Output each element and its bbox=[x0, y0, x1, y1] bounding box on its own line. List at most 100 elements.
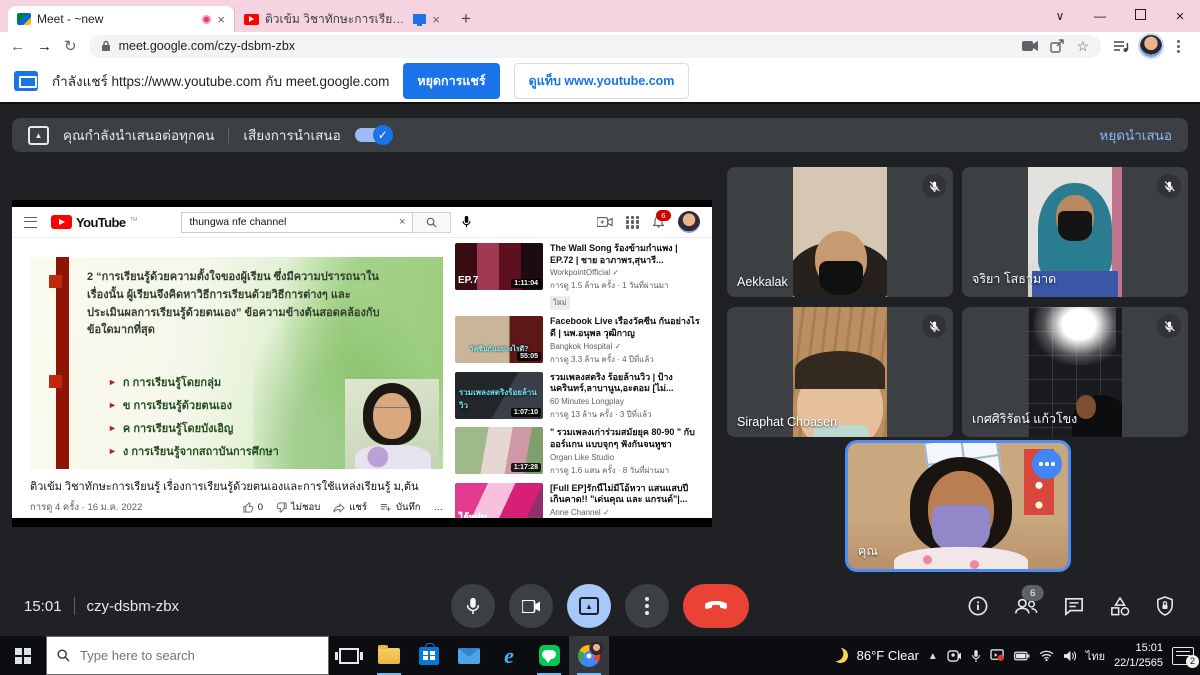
chrome-icon bbox=[578, 645, 600, 667]
notifications-bell-icon[interactable]: 6 bbox=[652, 215, 665, 229]
new-tab-button[interactable]: + bbox=[461, 6, 471, 32]
more-options-button[interactable] bbox=[625, 584, 669, 628]
participants-icon[interactable]: 6 bbox=[1014, 597, 1038, 615]
host-controls-icon[interactable] bbox=[1156, 596, 1174, 616]
close-button[interactable]: × bbox=[1160, 8, 1200, 25]
video-thumbnail: รวมเพลงสตริงร้อยล้านวิว 1:07:10 bbox=[455, 372, 543, 419]
weather-text[interactable]: 86°F Clear bbox=[857, 648, 919, 663]
youtube-play-icon bbox=[51, 215, 72, 229]
tray-battery-icon[interactable] bbox=[1014, 651, 1030, 661]
address-bar[interactable]: meet.google.com/czy-dsbm-zbx ☆ bbox=[89, 35, 1101, 58]
line-app-button[interactable] bbox=[529, 636, 569, 675]
file-explorer-button[interactable] bbox=[369, 636, 409, 675]
view-tab-button[interactable]: ดูแท็บ www.youtube.com bbox=[514, 63, 690, 99]
self-video-tile[interactable]: คุณ bbox=[845, 440, 1071, 572]
tray-volume-icon[interactable] bbox=[1063, 650, 1077, 662]
restore-button[interactable] bbox=[1120, 9, 1160, 23]
youtube-search-button[interactable] bbox=[413, 212, 451, 233]
slide-options: ►ก การเรียนรู้โดยกลุ่ม ►ข การเรียนรู้ด้ว… bbox=[108, 373, 279, 465]
stop-presenting-button[interactable]: หยุดนำเสนอ bbox=[1099, 124, 1172, 146]
youtube-apps-icon[interactable] bbox=[626, 216, 639, 229]
video-player[interactable]: 2 “การเรียนรู้ด้วยความตั้งใจของผู้เรียน … bbox=[30, 257, 443, 469]
presentation-audio-toggle[interactable]: ✓ bbox=[355, 128, 391, 142]
taskbar-search[interactable] bbox=[46, 636, 329, 675]
forward-icon[interactable]: → bbox=[37, 39, 52, 54]
task-view-button[interactable] bbox=[329, 636, 369, 675]
minimize-button[interactable]: — bbox=[1080, 9, 1120, 23]
tile-options-button[interactable] bbox=[1032, 449, 1062, 479]
share-button[interactable]: แชร์ bbox=[333, 500, 367, 515]
start-button[interactable] bbox=[0, 636, 46, 675]
microsoft-store-button[interactable] bbox=[409, 636, 449, 675]
voice-search-icon[interactable] bbox=[461, 215, 472, 229]
tray-screen-record-icon[interactable] bbox=[990, 649, 1005, 662]
tab-meet[interactable]: Meet - ~new × bbox=[8, 6, 234, 32]
clear-search-icon[interactable]: × bbox=[399, 216, 405, 228]
meeting-details-icon[interactable] bbox=[968, 596, 988, 616]
present-button[interactable]: ▲ bbox=[567, 584, 611, 628]
tray-wifi-icon[interactable] bbox=[1039, 650, 1054, 661]
browser-menu-icon[interactable] bbox=[1177, 45, 1180, 48]
leave-call-button[interactable] bbox=[683, 584, 749, 628]
mic-button[interactable] bbox=[451, 584, 495, 628]
suggested-video[interactable]: ไอ้หนุ่ม 36:28 [Full EP]รักนี้ไม่มีโอ้หว… bbox=[455, 483, 701, 519]
more-actions[interactable]: … bbox=[434, 502, 444, 513]
chrome-button[interactable] bbox=[569, 636, 609, 675]
tray-mic-icon[interactable] bbox=[971, 649, 981, 663]
create-video-icon[interactable] bbox=[597, 216, 613, 228]
reload-icon[interactable]: ↻ bbox=[64, 39, 77, 54]
suggested-video[interactable]: วัคซีนกันอย่างไรดี? 55:05 Facebook Live … bbox=[455, 316, 701, 365]
meet-stage: ▲ คุณกำลังนำเสนอต่อทุกคน เสียงการนำเสนอ … bbox=[0, 104, 1200, 636]
participant-tile[interactable]: เกศศิริรัตน์ แก้วโขง bbox=[962, 307, 1188, 437]
tab-close-icon[interactable]: × bbox=[432, 13, 440, 26]
taskbar-clock[interactable]: 15:01 22/1/2565 bbox=[1114, 641, 1163, 671]
chat-icon[interactable] bbox=[1064, 597, 1084, 616]
window-menu-icon[interactable]: ∨ bbox=[1040, 9, 1080, 23]
keyboard-language[interactable]: ไทย bbox=[1086, 647, 1105, 665]
share-arrow-icon bbox=[333, 503, 345, 513]
youtube-search-box[interactable]: × bbox=[181, 212, 413, 233]
participant-tile[interactable]: Aekkalak bbox=[727, 167, 953, 297]
weather-moon-icon[interactable] bbox=[831, 646, 849, 664]
bookmark-star-icon[interactable]: ☆ bbox=[1076, 38, 1089, 55]
youtube-logo[interactable]: YouTube TM bbox=[51, 215, 137, 230]
hamburger-menu-icon[interactable] bbox=[24, 217, 37, 228]
activities-icon[interactable] bbox=[1110, 597, 1130, 616]
recording-indicator-icon bbox=[202, 15, 211, 24]
window-controls: ∨ — × bbox=[1040, 0, 1200, 32]
suggested-video[interactable]: EP.7 1:11:04 The Wall Song ร้องข้ามกำแพง… bbox=[455, 243, 701, 310]
share-icon[interactable] bbox=[1050, 39, 1064, 53]
tab-youtube[interactable]: ติวเข้ม วิชาทักษะการเรียนรู้ เรื่องก × bbox=[234, 6, 449, 32]
video-thumbnail: ไอ้หนุ่ม 36:28 bbox=[455, 483, 543, 519]
participant-tile[interactable]: จริยา โสธามาด bbox=[962, 167, 1188, 297]
tray-expand-icon[interactable]: ▲ bbox=[928, 651, 938, 662]
self-label: คุณ bbox=[858, 541, 878, 561]
profile-avatar[interactable] bbox=[1138, 33, 1164, 59]
tab-close-icon[interactable]: × bbox=[217, 13, 225, 26]
youtube-avatar[interactable] bbox=[678, 211, 700, 233]
mic-muted-icon bbox=[922, 174, 946, 198]
video-player-column: 2 “การเรียนรู้ด้วยความตั้งใจของผู้เรียน … bbox=[30, 257, 443, 518]
camera-in-use-icon[interactable] bbox=[1022, 40, 1038, 52]
suggested-video[interactable]: รวมเพลงสตริงร้อยล้านวิว 1:07:10 รวมเพลงส… bbox=[455, 372, 701, 421]
participant-tile[interactable]: Siraphat Choasen bbox=[727, 307, 953, 437]
verified-icon: ✓ bbox=[615, 342, 622, 351]
youtube-wordmark: YouTube bbox=[76, 215, 125, 230]
internet-explorer-button[interactable]: e bbox=[489, 636, 529, 675]
back-icon[interactable]: ← bbox=[10, 39, 25, 54]
action-center-icon[interactable]: 2 bbox=[1172, 647, 1194, 665]
camera-button[interactable] bbox=[509, 584, 553, 628]
tab-youtube-title: ติวเข้ม วิชาทักษะการเรียนรู้ เรื่องก bbox=[265, 10, 407, 29]
tray-meet-icon[interactable] bbox=[947, 650, 962, 662]
dislike-button[interactable]: ไม่ชอบ bbox=[276, 500, 320, 515]
playlist-extension-icon[interactable] bbox=[1113, 40, 1129, 53]
stop-sharing-button[interactable]: หยุดการแชร์ bbox=[403, 63, 499, 99]
notification-badge: 2 bbox=[1186, 655, 1199, 668]
like-button[interactable]: 0 bbox=[243, 502, 263, 513]
save-button[interactable]: บันทึก bbox=[380, 500, 421, 515]
mail-button[interactable] bbox=[449, 636, 489, 675]
youtube-search-input[interactable] bbox=[189, 216, 395, 228]
taskbar-search-input[interactable] bbox=[78, 647, 318, 664]
suggested-video[interactable]: 1:17:28 " รวมเพลงเก่าร่วมสมัยยุค 80-90 "… bbox=[455, 427, 701, 476]
video-thumbnail: วัคซีนกันอย่างไรดี? 55:05 bbox=[455, 316, 543, 363]
